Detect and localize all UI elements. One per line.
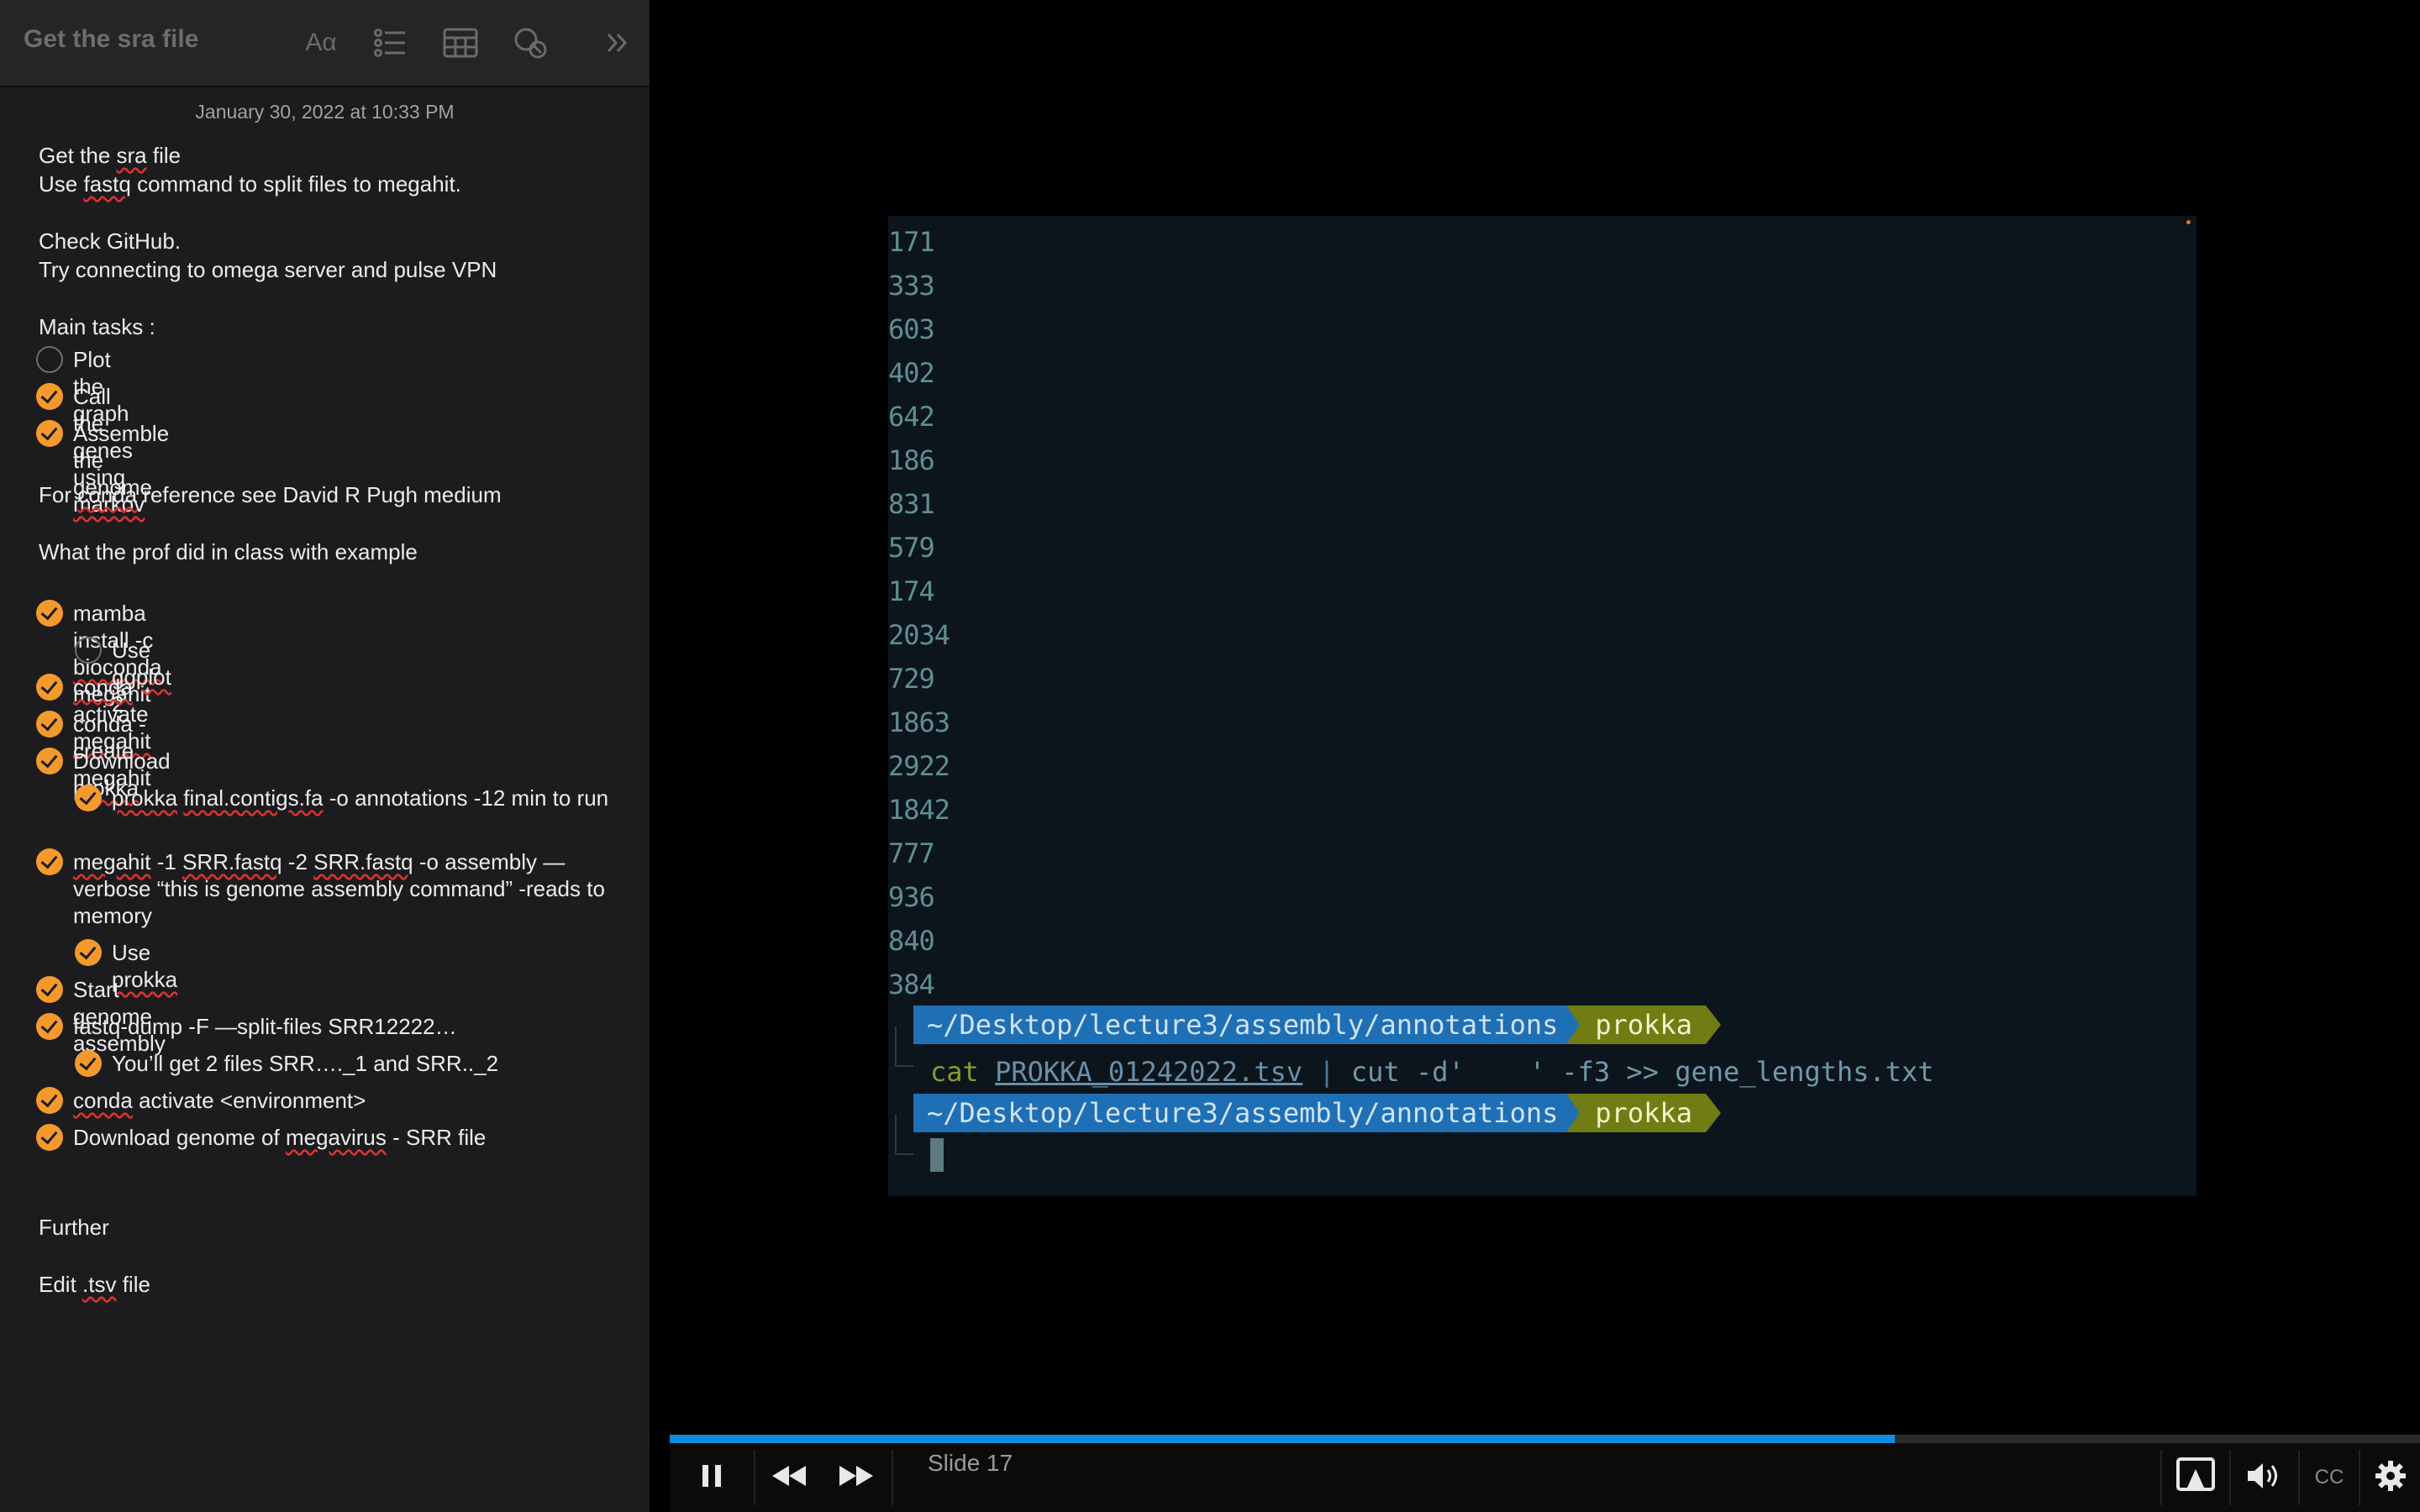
captions-button[interactable]: CC [2300, 1443, 2359, 1512]
checkbox-checked[interactable] [36, 674, 63, 701]
note-line: What the prof did in class with example [39, 539, 418, 564]
gear-icon [2374, 1459, 2407, 1497]
prompt-arrow-icon [1705, 1094, 1721, 1132]
note-line: Check GitHub. [39, 228, 182, 254]
expand-icon[interactable] [597, 24, 637, 62]
checkbox-checked[interactable] [75, 1050, 102, 1077]
command-line: cat PROKKA_01242022.tsv | cut -d' ' -f3 … [930, 1056, 1934, 1088]
note-line: Use fastq command to split files to mega… [39, 171, 461, 197]
terminal-cursor [930, 1138, 944, 1172]
text-format-icon[interactable]: Aα [301, 24, 341, 62]
rewind-icon [771, 1463, 808, 1493]
checkbox-checked[interactable] [36, 748, 63, 774]
output-number: 333 [888, 270, 935, 302]
progress-bar[interactable] [670, 1435, 2420, 1443]
prompt-arrow-icon [1705, 1005, 1721, 1044]
airplay-button[interactable] [2162, 1443, 2229, 1512]
output-number: 729 [888, 663, 935, 695]
share-icon[interactable] [510, 24, 550, 62]
note-line: Further [39, 1215, 109, 1240]
recording-dot-icon [2186, 220, 2191, 224]
progress-fill [670, 1435, 1896, 1443]
notes-panel: Get the sra file Aα January 30, 2022 at … [0, 0, 650, 1512]
note-date: January 30, 2022 at 10:33 PM [195, 101, 455, 123]
output-number: 171 [888, 226, 935, 258]
output-number: 603 [888, 313, 935, 345]
shell-prompt: ~/Desktop/lecture3/assembly/annotations … [913, 1094, 1721, 1132]
fast-forward-button[interactable] [823, 1443, 890, 1512]
checklist-icon[interactable] [370, 24, 410, 62]
output-number: 831 [888, 488, 935, 520]
note-line: For conda reference see David R Pugh med… [39, 482, 502, 507]
output-number: 174 [888, 575, 935, 607]
output-number: 402 [888, 357, 935, 389]
output-number: 579 [888, 532, 935, 564]
checkbox-checked[interactable] [36, 976, 63, 1003]
divider [892, 1450, 893, 1505]
output-number: 1842 [888, 794, 950, 826]
checkbox-checked[interactable] [36, 711, 63, 738]
checkbox-checked[interactable] [36, 1013, 63, 1040]
table-icon[interactable] [440, 24, 481, 62]
slide-label: Slide 17 [928, 1450, 1013, 1476]
prompt-arrow-icon [1566, 1005, 1581, 1044]
checkbox-checked[interactable] [36, 420, 63, 447]
checkbox-unchecked[interactable] [75, 637, 102, 664]
output-number: 384 [888, 969, 935, 1000]
checkbox-checked[interactable] [75, 939, 102, 966]
checkbox-checked[interactable] [36, 848, 63, 875]
prompt-env: prokka [1580, 1005, 1706, 1044]
prompt-env: prokka [1580, 1094, 1706, 1132]
player-controls: Slide 17 CC [670, 1443, 2420, 1512]
prompt-path: ~/Desktop/lecture3/assembly/annotations [913, 1094, 1567, 1132]
output-number: 2922 [888, 750, 950, 782]
volume-icon [2246, 1461, 2283, 1495]
note-line: Get the sra file [39, 143, 182, 168]
volume-button[interactable] [2231, 1443, 2298, 1512]
rewind-button[interactable] [755, 1443, 823, 1512]
output-number: 936 [888, 881, 935, 913]
shell-prompt: ~/Desktop/lecture3/assembly/annotations … [913, 1005, 1721, 1044]
cc-label: CC [2314, 1466, 2344, 1488]
output-number: 777 [888, 837, 935, 869]
output-number: 1863 [888, 706, 950, 738]
checkbox-checked[interactable] [36, 600, 63, 627]
prompt-arrow-icon [1566, 1094, 1581, 1132]
airplay-icon [2176, 1457, 2215, 1499]
prompt-bracket [895, 1115, 913, 1155]
fast-forward-icon [838, 1463, 875, 1493]
checkbox-checked[interactable] [36, 383, 63, 410]
checkbox-checked[interactable] [36, 1124, 63, 1151]
terminal-frame: 171 333 603 402 642 186 831 579 174 2034 729 1863 29… [888, 216, 2196, 1196]
note-title: Get the sra file [24, 25, 199, 53]
pause-button[interactable] [670, 1443, 754, 1512]
output-number: 186 [888, 444, 935, 476]
notes-toolbar: Get the sra file Aα [0, 0, 650, 87]
note-line: Edit .tsv file [39, 1272, 150, 1297]
output-number: 642 [888, 401, 935, 433]
pause-icon [697, 1462, 726, 1494]
output-number: 2034 [888, 619, 950, 651]
output-number: 840 [888, 925, 935, 957]
checkbox-checked[interactable] [75, 785, 102, 811]
note-line: Try connecting to omega server and pulse… [39, 257, 497, 282]
checkbox-unchecked[interactable] [36, 346, 63, 373]
checkbox-checked[interactable] [36, 1087, 63, 1114]
prompt-bracket [895, 1026, 913, 1067]
prompt-path: ~/Desktop/lecture3/assembly/annotations [913, 1005, 1567, 1044]
note-line: Main tasks : [39, 314, 155, 339]
settings-button[interactable] [2360, 1443, 2420, 1512]
